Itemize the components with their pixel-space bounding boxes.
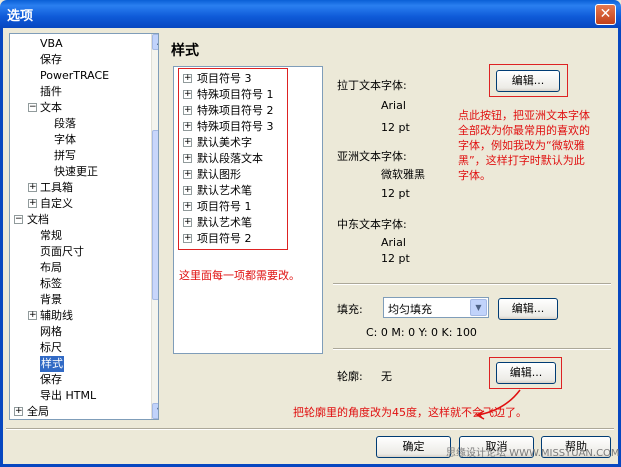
ok-button[interactable]: 确定 [376,436,451,458]
watermark: 思缘设计论坛 WWW.MISSYUAN.COM [446,448,620,459]
annotation-arrow [475,389,521,420]
footer-separator [6,428,614,430]
